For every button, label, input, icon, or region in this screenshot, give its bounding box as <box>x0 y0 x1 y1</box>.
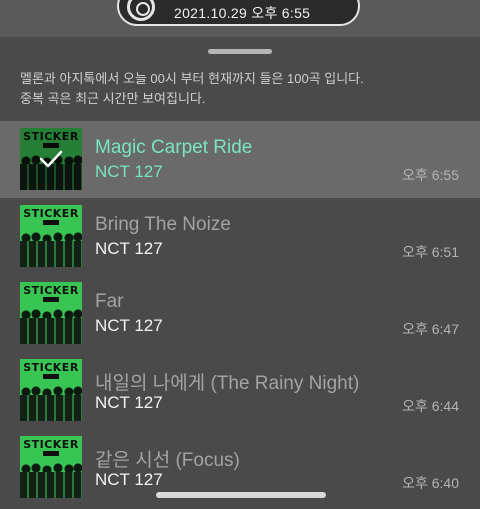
album-art-text: STICKER <box>23 207 79 220</box>
album-art: STICKER <box>20 359 82 421</box>
song-title: 같은 시선 (Focus) <box>95 450 240 471</box>
song-artist: NCT 127 <box>95 239 163 258</box>
home-indicator[interactable] <box>156 492 326 498</box>
notice-line-1: 멜론과 아지톡에서 오늘 00시 부터 현재까지 들은 100곡 입니다. <box>20 71 364 86</box>
song-time: 오후 6:40 <box>402 475 459 491</box>
song-time: 오후 6:44 <box>402 398 459 414</box>
album-art-text: STICKER <box>23 438 79 451</box>
notice-line-2: 중복 곡은 최근 시간만 보여집니다. <box>20 91 206 106</box>
song-time: 오후 6:55 <box>402 167 459 183</box>
song-row[interactable]: STICKER Far NCT 127 오후 6:47 <box>0 275 480 352</box>
disc-icon <box>127 0 155 21</box>
song-row[interactable]: STICKER 내일의 나에게 (The Rainy Night) NCT 12… <box>0 352 480 429</box>
album-art-text: STICKER <box>23 284 79 297</box>
check-icon <box>39 150 63 168</box>
song-time: 오후 6:47 <box>402 321 459 337</box>
song-title: Bring The Noize <box>95 214 231 235</box>
song-list: STICKER Magic Carpet Ride NCT 127 오후 6:5… <box>0 121 480 506</box>
song-title: 내일의 나에게 (The Rainy Night) <box>95 373 360 394</box>
sheet-grabber[interactable] <box>208 49 272 54</box>
album-art: STICKER <box>20 128 82 190</box>
song-title: Far <box>95 291 124 312</box>
now-playing-pill[interactable]: 2021.10.29 오후 6:55 <box>117 0 360 26</box>
song-title: Magic Carpet Ride <box>95 137 253 158</box>
album-art: STICKER <box>20 282 82 344</box>
history-sheet: 멜론과 아지톡에서 오늘 00시 부터 현재까지 들은 100곡 입니다. 중복… <box>0 37 480 509</box>
song-row[interactable]: STICKER Magic Carpet Ride NCT 127 오후 6:5… <box>0 121 480 198</box>
history-notice: 멜론과 아지톡에서 오늘 00시 부터 현재까지 들은 100곡 입니다. 중복… <box>20 69 460 109</box>
song-row[interactable]: STICKER Bring The Noize NCT 127 오후 6:51 <box>0 198 480 275</box>
song-time: 오후 6:51 <box>402 244 459 260</box>
top-bar: 2021.10.29 오후 6:55 <box>0 0 480 37</box>
album-art-text: STICKER <box>23 130 79 143</box>
song-artist: NCT 127 <box>95 470 163 489</box>
album-art: STICKER <box>20 205 82 267</box>
song-artist: NCT 127 <box>95 316 163 335</box>
now-playing-datetime: 2021.10.29 오후 6:55 <box>174 5 311 21</box>
album-art: STICKER <box>20 436 82 498</box>
song-artist: NCT 127 <box>95 162 163 181</box>
album-art-text: STICKER <box>23 361 79 374</box>
song-artist: NCT 127 <box>95 393 163 412</box>
